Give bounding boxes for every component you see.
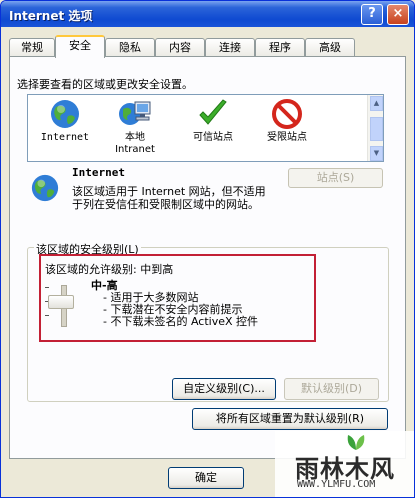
allowed-level-text: 该区域的允许级别: 中到高: [45, 263, 174, 276]
slider-tick: [45, 287, 49, 288]
watermark: 雨林木风 WWW.YLMFU.COM: [275, 431, 414, 497]
help-button[interactable]: ?: [361, 4, 383, 25]
reset-all-zones-button[interactable]: 将所有区域重置为默认级别(R): [192, 408, 388, 430]
selected-zone-globe-icon: [29, 173, 61, 206]
zone-internet[interactable]: Internet: [30, 98, 100, 144]
zones-prompt: 选择要查看的区域或更改安全设置。: [17, 78, 193, 91]
watermark-url: WWW.YLMFU.COM: [297, 479, 376, 490]
local-intranet-icon: [119, 101, 151, 125]
scroll-up-icon[interactable]: ▲: [370, 96, 383, 111]
custom-level-button[interactable]: 自定义级别(C)...: [172, 378, 276, 400]
selected-zone-description: 该区域适用于 Internet 网站，但不适用于列在受信任和受限制区域中的网站。: [72, 185, 266, 211]
tab-privacy[interactable]: 隐私: [105, 38, 155, 56]
internet-options-dialog: Internet 选项 ? × 常规 安全 隐私 内容 连接 程序 高级 选择要…: [0, 0, 415, 498]
selected-zone-name: Internet: [72, 166, 125, 179]
tab-connections[interactable]: 连接: [205, 38, 255, 56]
ok-button[interactable]: 确定: [168, 467, 244, 489]
scroll-down-icon[interactable]: ▼: [370, 146, 383, 161]
window-title: Internet 选项: [9, 9, 93, 23]
prohibited-icon: [272, 99, 302, 129]
close-button[interactable]: ×: [387, 4, 409, 25]
globe-icon: [51, 100, 79, 128]
tab-advanced[interactable]: 高级: [305, 38, 355, 56]
zone-label: 可信站点: [193, 132, 233, 143]
zone-trusted-sites[interactable]: 可信站点: [178, 98, 248, 144]
checkmark-icon: [199, 99, 227, 125]
tab-security[interactable]: 安全: [55, 35, 105, 58]
title-bar[interactable]: Internet 选项 ? ×: [1, 1, 414, 27]
tab-general[interactable]: 常规: [9, 38, 55, 56]
sites-button[interactable]: 站点(S): [288, 168, 383, 188]
zone-local-intranet[interactable]: 本地 Intranet: [100, 98, 170, 156]
slider-tick: [45, 315, 49, 316]
zone-restricted-sites[interactable]: 受限站点: [252, 98, 322, 144]
zone-list-scrollbar[interactable]: ▲ ▼: [367, 95, 383, 161]
bullet-item: - 不下载未签名的 ActiveX 控件: [103, 315, 259, 328]
default-level-button[interactable]: 默认级别(D): [284, 378, 379, 400]
zone-list: Internet 本地 Intranet 可信站点 受限站点 ▲ ▼: [27, 94, 384, 162]
tab-content[interactable]: 内容: [155, 38, 205, 56]
zone-label: 本地 Intranet: [115, 132, 155, 155]
tab-programs[interactable]: 程序: [255, 38, 305, 56]
zone-label: Internet: [40, 132, 90, 143]
scroll-thumb[interactable]: [370, 117, 383, 141]
security-level-slider-thumb[interactable]: [48, 295, 74, 309]
security-level-bullets: - 适用于大多数网站 - 下载潜在不安全内容前提示 - 不下载未签名的 Acti…: [103, 292, 258, 328]
zone-label: 受限站点: [267, 132, 307, 143]
